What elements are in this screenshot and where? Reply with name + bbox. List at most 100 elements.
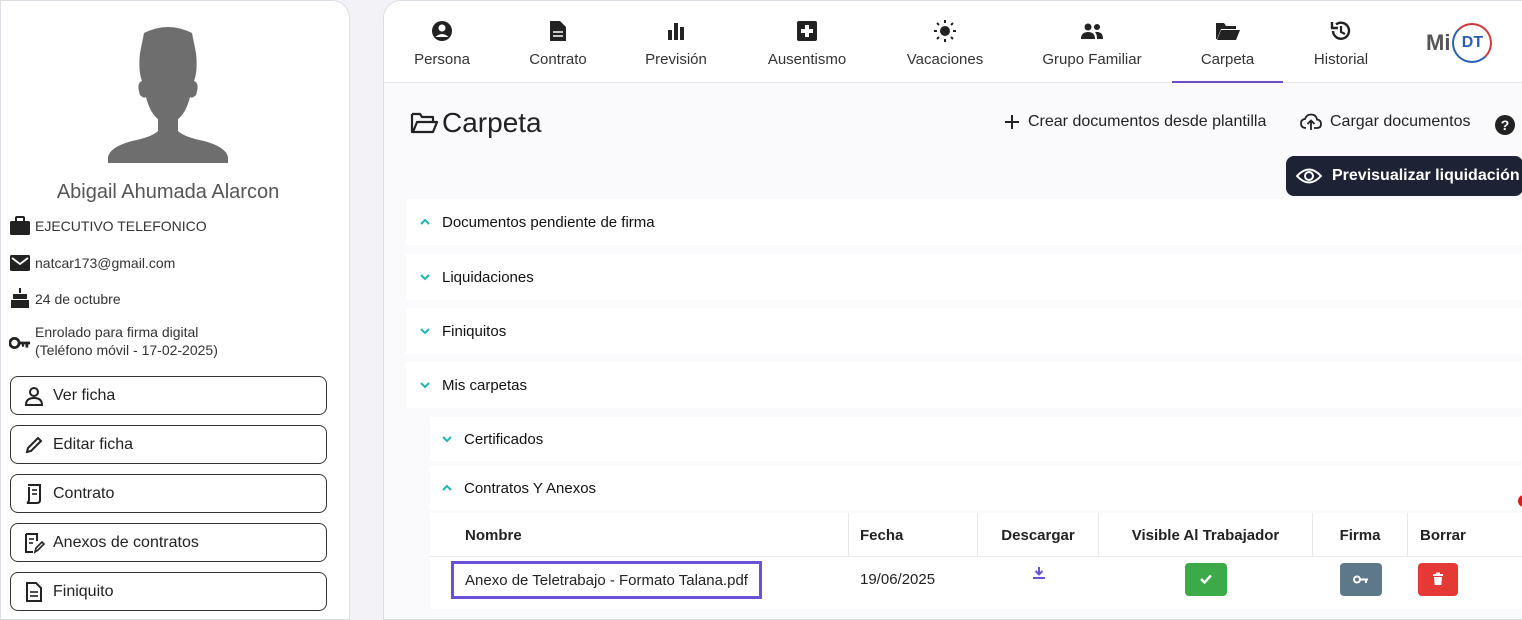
trash-icon xyxy=(1433,572,1443,585)
bar-chart-icon xyxy=(667,19,685,43)
tab-ausentismo-label: Ausentismo xyxy=(767,51,847,68)
chevron-down-icon xyxy=(414,381,436,389)
visible-toggle-button[interactable] xyxy=(1185,562,1227,596)
email-text: natcar173@gmail.com xyxy=(35,255,176,271)
file-name: Anexo de Teletrabajo - Formato Talana.pd… xyxy=(465,571,748,589)
create-from-template-button[interactable]: Crear documentos desde plantilla xyxy=(1004,113,1266,131)
person-icon xyxy=(23,385,45,407)
medical-cross-icon xyxy=(796,19,818,43)
chevron-down-icon xyxy=(414,327,436,335)
email-row: natcar173@gmail.com xyxy=(9,253,175,273)
download-icon[interactable] xyxy=(1032,566,1046,580)
tab-grupo-familiar-label: Grupo Familiar xyxy=(1042,51,1142,68)
tab-persona[interactable]: Persona xyxy=(402,1,482,83)
position-row: EJECUTIVO TELEFONICO xyxy=(9,216,207,236)
chevron-up-icon xyxy=(414,218,436,226)
section-mis-carpetas[interactable]: Mis carpetas xyxy=(406,362,1522,408)
description-icon xyxy=(549,19,567,43)
folder-certificados[interactable]: Certificados xyxy=(430,417,1522,461)
contrato-label: Contrato xyxy=(53,484,115,502)
tab-vacaciones-label: Vacaciones xyxy=(906,51,984,68)
sun-icon xyxy=(933,19,957,43)
history-icon xyxy=(1330,19,1352,43)
briefcase-icon xyxy=(9,216,31,236)
download-cell xyxy=(978,547,1099,599)
borrar-cell xyxy=(1408,553,1522,605)
chevron-up-icon xyxy=(436,484,458,492)
birthday-row: 24 de octubre xyxy=(9,288,121,310)
anexos-button[interactable]: Anexos de contratos xyxy=(10,523,327,562)
position-text: EJECUTIVO TELEFONICO xyxy=(35,218,207,234)
delete-button[interactable] xyxy=(1418,562,1458,596)
tab-contrato-label: Contrato xyxy=(529,51,587,68)
key-icon xyxy=(9,333,31,353)
folder-contratos-anexos[interactable]: Contratos Y Anexos xyxy=(430,466,1522,510)
tab-prevision-label: Previsión xyxy=(645,51,707,68)
plus-icon xyxy=(1004,114,1020,130)
signature-line-2: (Teléfono móvil - 17-02-2025) xyxy=(35,342,218,358)
chevron-down-icon xyxy=(436,435,458,443)
profile-panel: Abigail Ahumada Alarcon EJECUTIVO TELEFO… xyxy=(0,0,350,620)
section-pending-label: Documentos pendiente de firma xyxy=(442,213,655,231)
editar-ficha-button[interactable]: Editar ficha xyxy=(10,425,327,464)
table-header: Nombre Fecha Descargar Visible Al Trabaj… xyxy=(430,513,1522,557)
finiquito-button[interactable]: Finiquito xyxy=(10,572,327,611)
cloud-upload-icon xyxy=(1300,113,1322,131)
tab-prevision[interactable]: Previsión xyxy=(636,1,716,83)
tab-persona-label: Persona xyxy=(414,51,470,68)
tab-carpeta[interactable]: Carpeta xyxy=(1172,1,1283,83)
tab-historial-label: Historial xyxy=(1313,51,1369,68)
tab-grupo-familiar[interactable]: Grupo Familiar xyxy=(1032,1,1152,83)
profile-name: Abigail Ahumada Alarcon xyxy=(56,181,280,203)
tab-ausentismo[interactable]: Ausentismo xyxy=(757,1,857,83)
preview-liquidacion-label: Previsualizar liquidación xyxy=(1332,167,1520,184)
tab-carpeta-label: Carpeta xyxy=(1200,51,1255,68)
preview-liquidacion-button[interactable]: Previsualizar liquidación xyxy=(1286,156,1522,196)
header-firma: Firma xyxy=(1313,513,1408,557)
header-nombre: Nombre xyxy=(430,513,849,557)
folder-outline-icon xyxy=(410,110,439,136)
tab-bar: Persona Contrato Previsión Ausentismo Va… xyxy=(384,1,1522,83)
mail-icon xyxy=(9,253,31,273)
folder-contratos-anexos-label: Contratos Y Anexos xyxy=(464,479,597,497)
contract-icon xyxy=(23,483,45,505)
ver-ficha-button[interactable]: Ver ficha xyxy=(10,376,327,415)
signature-line-1: Enrolado para firma digital xyxy=(35,324,199,340)
eye-icon xyxy=(1296,167,1322,185)
section-finiquitos-label: Finiquitos xyxy=(442,322,507,340)
document-icon xyxy=(23,581,45,603)
upload-documents-button[interactable]: Cargar documentos xyxy=(1300,113,1471,131)
folder-open-icon xyxy=(1215,19,1241,43)
tab-contrato[interactable]: Contrato xyxy=(518,1,598,83)
firma-button[interactable] xyxy=(1339,562,1382,596)
page-title-text: Carpeta xyxy=(442,107,542,138)
editar-ficha-label: Editar ficha xyxy=(53,435,134,453)
cake-icon xyxy=(9,288,31,308)
section-pending-signature[interactable]: Documentos pendiente de firma xyxy=(406,199,1522,245)
pencil-icon xyxy=(23,434,45,456)
section-liquidaciones-label: Liquidaciones xyxy=(442,268,534,286)
section-liquidaciones[interactable]: Liquidaciones xyxy=(406,254,1522,300)
create-from-template-label: Crear documentos desde plantilla xyxy=(1028,113,1267,130)
page-title: Carpeta xyxy=(410,107,542,139)
tab-vacaciones[interactable]: Vacaciones xyxy=(895,1,995,83)
visible-cell xyxy=(1099,553,1313,605)
header-fecha: Fecha xyxy=(849,513,978,557)
signature-status: Enrolado para firma digital (Teléfono mó… xyxy=(35,323,218,359)
section-finiquitos[interactable]: Finiquitos xyxy=(406,308,1522,354)
folder-certificados-label: Certificados xyxy=(464,430,544,448)
help-icon[interactable]: ? xyxy=(1495,115,1515,135)
logo-dt-circle: DT xyxy=(1452,23,1493,63)
contrato-button[interactable]: Contrato xyxy=(10,474,327,513)
tab-historial[interactable]: Historial xyxy=(1301,1,1381,83)
section-mis-carpetas-label: Mis carpetas xyxy=(442,376,528,394)
logo-mi-text: Mi xyxy=(1426,30,1451,55)
header-visible: Visible Al Trabajador xyxy=(1099,513,1313,557)
key-icon xyxy=(1352,575,1368,583)
file-name-cell[interactable]: Anexo de Teletrabajo - Formato Talana.pd… xyxy=(451,561,762,599)
midt-logo[interactable]: Mi DT xyxy=(1426,21,1506,65)
birthday-text: 24 de octubre xyxy=(35,291,121,307)
ver-ficha-label: Ver ficha xyxy=(53,386,116,404)
finiquito-label: Finiquito xyxy=(53,582,114,600)
account-circle-icon xyxy=(431,19,453,43)
